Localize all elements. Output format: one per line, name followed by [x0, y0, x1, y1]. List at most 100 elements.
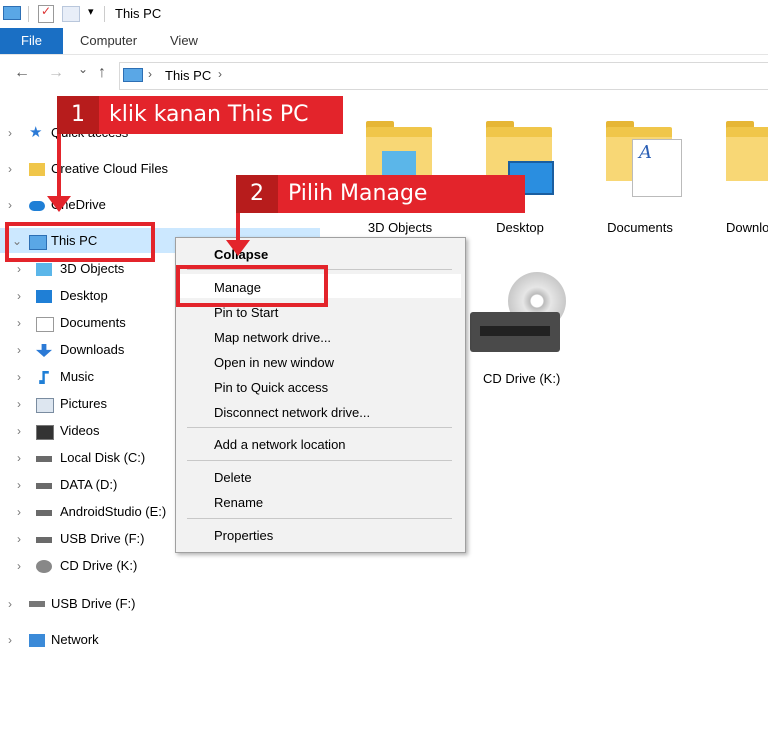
chevron-right-icon[interactable]: ›: [17, 527, 21, 551]
step2-arrow-head: [226, 240, 250, 256]
step1-callout: 1 klik kanan This PC: [57, 96, 343, 134]
cd-drive-label[interactable]: CD Drive (K:): [483, 371, 560, 386]
sidebar-item-usb-drive[interactable]: › USB Drive (F:): [8, 592, 308, 616]
sidebar-item-label: Music: [60, 369, 94, 384]
folder-label[interactable]: Downlo: [726, 220, 768, 235]
sidebar-item-label: Network: [51, 632, 99, 647]
folder-label[interactable]: 3D Objects: [350, 220, 450, 235]
up-arrow-icon[interactable]: ↑: [98, 64, 106, 82]
cd-drive-icon: [36, 560, 52, 573]
chevron-right-icon[interactable]: ›: [17, 284, 21, 308]
folder-label[interactable]: Documents: [590, 220, 690, 235]
chevron-right-icon[interactable]: ›: [8, 121, 12, 145]
menu-item-pin-to-start[interactable]: Pin to Start: [214, 305, 278, 320]
sidebar-item-label: USB Drive (F:): [51, 596, 136, 611]
menu-item-open-new-window[interactable]: Open in new window: [214, 355, 334, 370]
folder-desktop[interactable]: [486, 121, 558, 195]
chevron-right-icon[interactable]: ›: [17, 365, 21, 389]
tab-view[interactable]: View: [170, 33, 198, 48]
step1-text: klik kanan This PC: [109, 102, 309, 127]
tab-computer[interactable]: Computer: [80, 33, 137, 48]
menu-item-add-network-location[interactable]: Add a network location: [214, 437, 346, 452]
document-icon: [36, 317, 54, 332]
menu-separator: [187, 427, 452, 428]
chevron-right-icon[interactable]: ›: [17, 446, 21, 470]
usb-drive-icon: [29, 601, 45, 607]
forward-arrow-icon[interactable]: →: [48, 64, 64, 82]
computer-icon[interactable]: [3, 6, 21, 20]
menu-separator: [187, 460, 452, 461]
picture-icon: [36, 398, 54, 413]
new-folder-icon[interactable]: [62, 6, 80, 22]
chevron-right-icon[interactable]: ›: [17, 500, 21, 524]
sidebar-item-label: Downloads: [60, 342, 125, 357]
step1-number: 1: [57, 96, 99, 134]
desktop-icon: [36, 290, 52, 303]
download-icon: [36, 344, 52, 357]
menu-item-map-network-drive[interactable]: Map network drive...: [214, 330, 331, 345]
cube-icon: [382, 151, 416, 177]
menu-item-disconnect-network-drive[interactable]: Disconnect network drive...: [214, 405, 370, 420]
chevron-right-icon[interactable]: ›: [17, 311, 21, 335]
cd-drive-icon: [470, 312, 560, 352]
menu-item-pin-quick-access[interactable]: Pin to Quick access: [214, 380, 328, 395]
chevron-right-icon[interactable]: ›: [17, 554, 21, 578]
sidebar-item-label: Pictures: [60, 396, 107, 411]
sidebar-item-label: Documents: [60, 315, 126, 330]
step1-arrow-head: [47, 196, 71, 212]
step1-arrow-line: [57, 134, 61, 200]
sidebar-item-label: AndroidStudio (E:): [60, 504, 167, 519]
step2-number: 2: [236, 175, 278, 213]
cube-icon: [36, 263, 52, 276]
this-pc-highlight-box: [5, 222, 155, 262]
step2-arrow-line: [236, 213, 240, 243]
sidebar-item-label: DATA (D:): [60, 477, 118, 492]
folder-3d-objects[interactable]: [366, 121, 438, 181]
back-arrow-icon[interactable]: ←: [14, 64, 30, 82]
folder-icon: [29, 163, 45, 176]
sidebar-item-label: Desktop: [60, 288, 108, 303]
document-icon: A: [632, 139, 682, 197]
address-bar[interactable]: [119, 62, 768, 90]
cd-drive-tile[interactable]: [470, 272, 570, 372]
folder-label[interactable]: Desktop: [470, 220, 570, 235]
menu-item-delete[interactable]: Delete: [214, 470, 252, 485]
quick-access-dropdown-icon[interactable]: ▾: [88, 5, 94, 18]
step2-text: Pilih Manage: [288, 181, 428, 206]
chevron-right-icon[interactable]: ›: [17, 473, 21, 497]
drive-icon: [36, 483, 52, 489]
usb-drive-icon: [36, 537, 52, 543]
properties-icon[interactable]: ✓: [38, 4, 54, 23]
menu-separator: [187, 518, 452, 519]
menu-item-properties[interactable]: Properties: [214, 528, 273, 543]
chevron-right-icon[interactable]: ›: [8, 628, 12, 652]
folder-documents[interactable]: A: [606, 121, 682, 197]
sidebar-item-cd-drive-k[interactable]: › CD Drive (K:): [17, 554, 307, 578]
drive-icon: [36, 456, 52, 462]
chevron-right-icon[interactable]: ›: [17, 392, 21, 416]
chevron-right-icon[interactable]: ›: [218, 67, 222, 81]
sidebar-item-label: Creative Cloud Files: [51, 161, 169, 176]
network-icon: [29, 634, 45, 647]
folder-downloads[interactable]: [726, 121, 768, 181]
menu-item-rename[interactable]: Rename: [214, 495, 263, 510]
drive-icon: [36, 510, 52, 516]
chevron-right-icon[interactable]: ›: [8, 592, 12, 616]
star-icon: ★: [29, 124, 43, 141]
tab-file[interactable]: File: [0, 28, 63, 54]
video-icon: [36, 425, 54, 440]
window-title: This PC: [115, 6, 162, 21]
music-icon: [39, 371, 49, 384]
recent-locations-icon[interactable]: ⌄: [78, 62, 88, 76]
chevron-right-icon[interactable]: ›: [17, 419, 21, 443]
chevron-right-icon[interactable]: ›: [148, 67, 152, 81]
sidebar-item-network[interactable]: › Network: [8, 628, 308, 652]
step2-callout: 2 Pilih Manage: [236, 175, 525, 213]
sidebar-item-label: CD Drive (K:): [60, 558, 138, 573]
chevron-right-icon[interactable]: ›: [17, 338, 21, 362]
manage-highlight-box: [176, 265, 328, 307]
chevron-right-icon[interactable]: ›: [8, 157, 12, 181]
chevron-right-icon[interactable]: ›: [8, 193, 12, 217]
breadcrumb-this-pc[interactable]: This PC: [165, 68, 211, 83]
cloud-icon: [29, 201, 45, 211]
